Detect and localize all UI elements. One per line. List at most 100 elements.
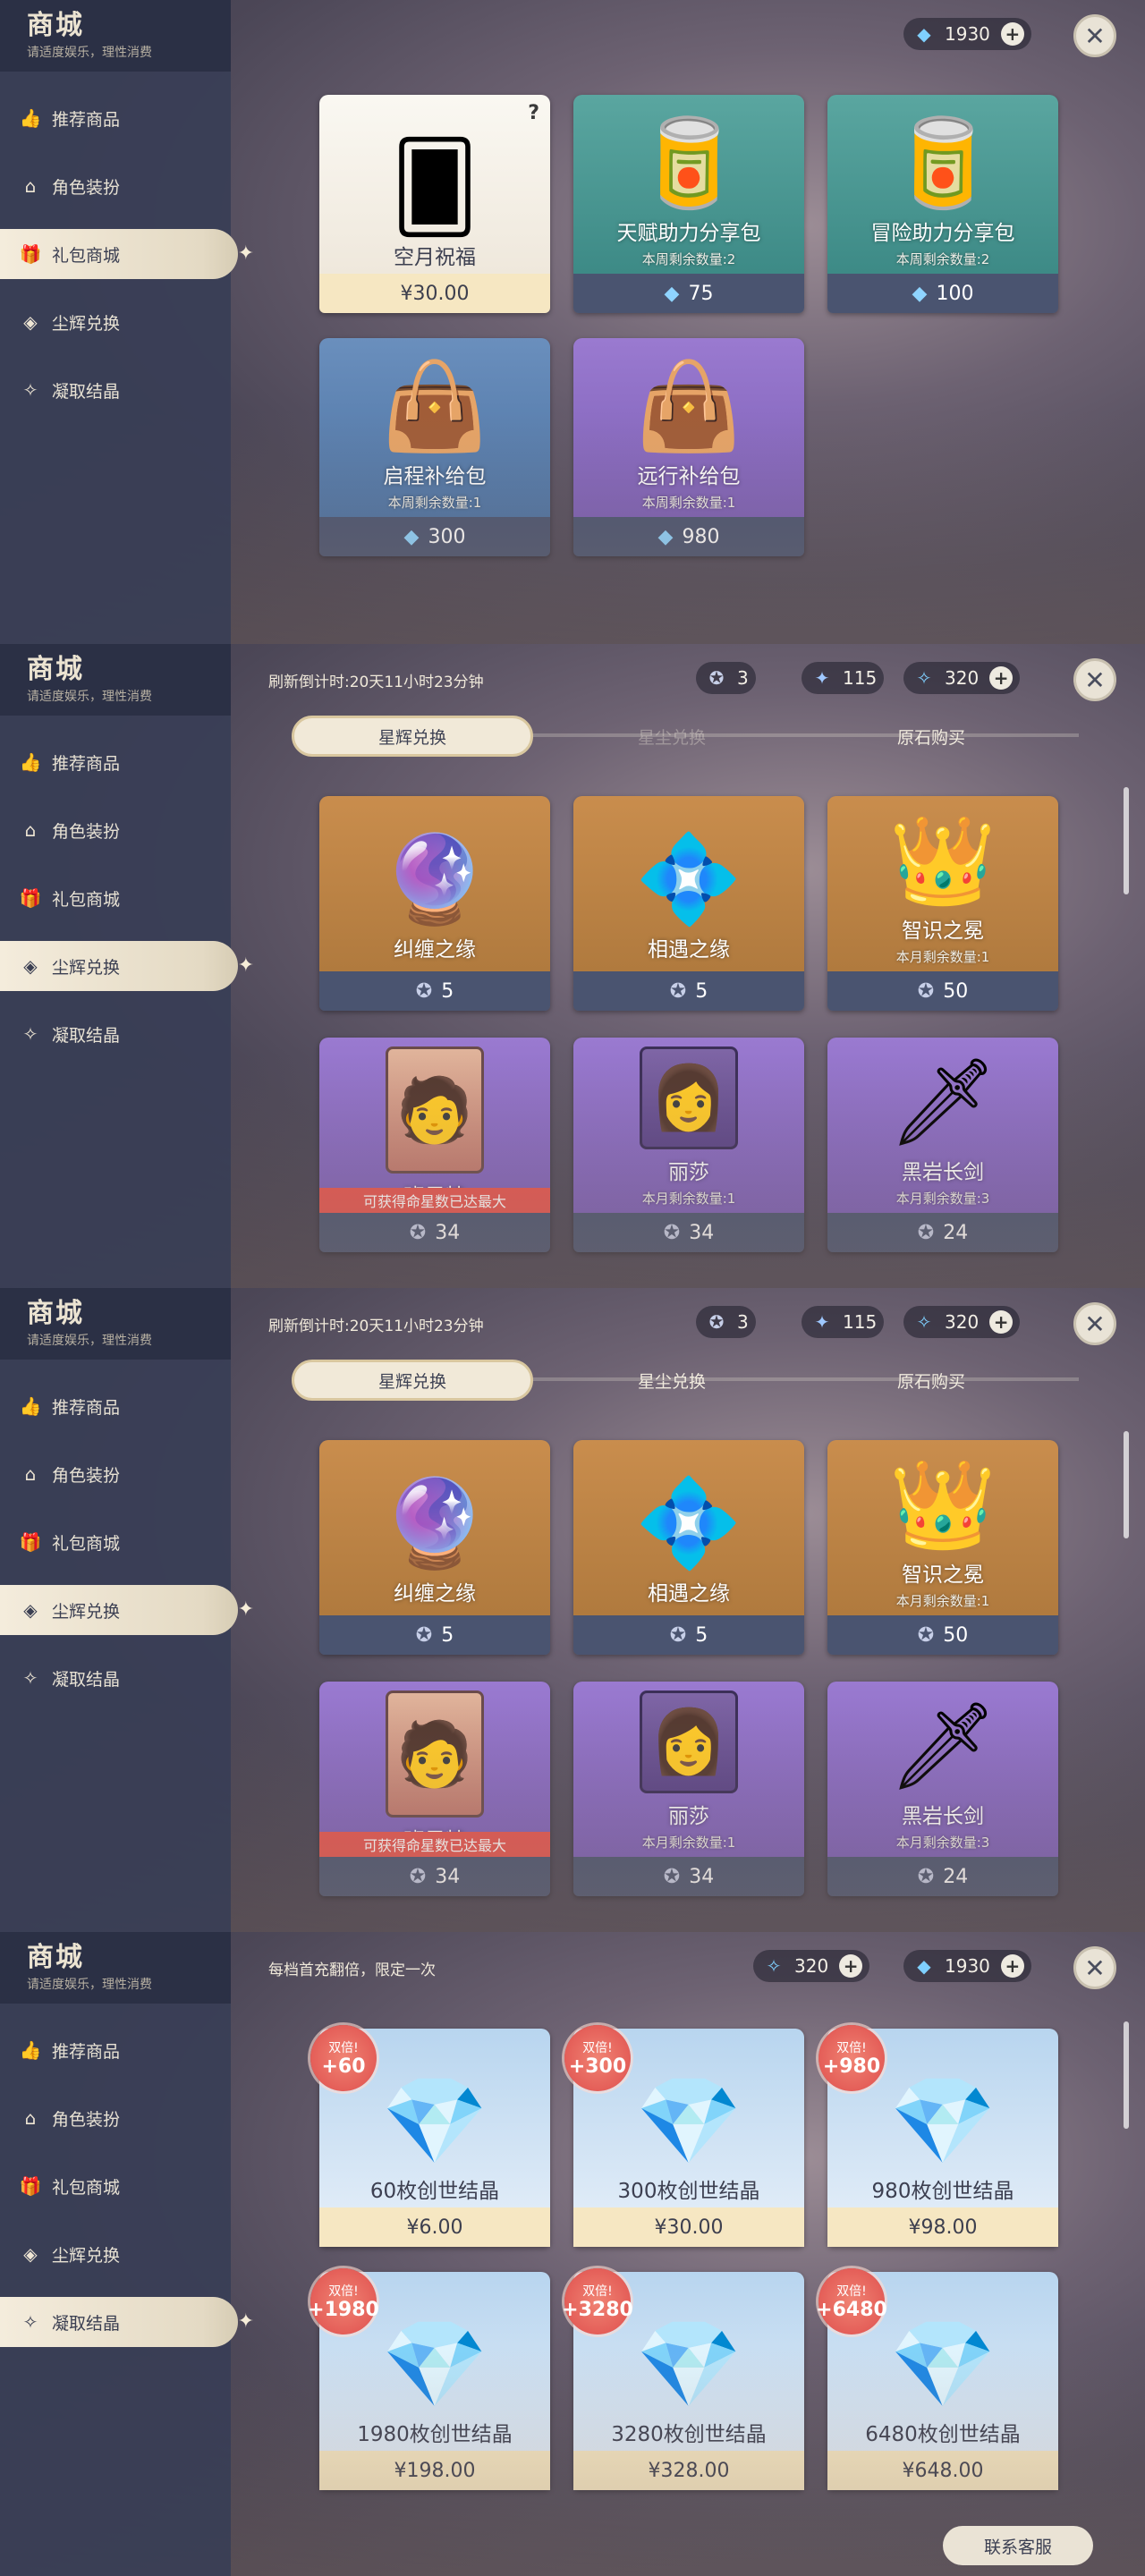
scrollbar[interactable] bbox=[1124, 1431, 1129, 1538]
double-bonus-badge: 双倍! +6480 bbox=[816, 2268, 887, 2334]
exchange-card-crown[interactable]: 👑 智识之冕 本月剩余数量:1 ✪ 50 bbox=[827, 796, 1058, 1011]
card-name: 智识之冕 bbox=[902, 1563, 984, 1587]
tab-primogem[interactable]: 原石购买 bbox=[810, 1360, 1052, 1401]
exchange-card-intertwined-fate[interactable]: 🔮 纠缠之缘 ✪ 5 bbox=[319, 1440, 550, 1655]
sidebar-item-crystals[interactable]: ✧ 凝取结晶 bbox=[0, 365, 231, 415]
card-price: ¥6.00 bbox=[319, 2207, 550, 2247]
close-button[interactable]: ✕ bbox=[1073, 1946, 1116, 1989]
gift-card-talent-pack[interactable]: 🥫 天赋助力分享包 本周剩余数量:2 ◆ 75 bbox=[573, 95, 804, 313]
crystal-card-3280[interactable]: 双倍! +3280 💎 3280枚创世结晶 ¥328.00 bbox=[562, 2268, 804, 2490]
hanger-icon: ⌂ bbox=[24, 1463, 37, 1485]
gift-card-blessing[interactable]: ? 🂠 空月祝福 ¥30.00 bbox=[319, 95, 550, 313]
sidebar-item-crystals[interactable]: ✧ 凝取结晶 bbox=[0, 1653, 231, 1703]
starglitter-icon: ✪ bbox=[663, 1221, 681, 1244]
exchange-card-intertwined-fate[interactable]: 🔮 纠缠之缘 ✪ 5 bbox=[319, 796, 550, 1011]
sidebar-item-recommended[interactable]: 👍 推荐商品 bbox=[0, 737, 231, 787]
exchange-card-acquaint-fate[interactable]: 💠 相遇之缘 ✪ 5 bbox=[573, 796, 804, 1011]
crystal-card-60[interactable]: 双倍! +60 💎 60枚创世结晶 ¥6.00 bbox=[310, 2025, 550, 2247]
close-button[interactable]: ✕ bbox=[1073, 1302, 1116, 1345]
tab-primogem[interactable]: 原石购买 bbox=[810, 716, 1052, 757]
add-currency-button[interactable]: + bbox=[839, 1954, 863, 1978]
add-currency-button[interactable]: + bbox=[1000, 1954, 1024, 1978]
currency-starglitter-chip: ✪ 3 bbox=[696, 662, 756, 694]
crystal-icon: ◆ bbox=[664, 282, 680, 305]
scrollbar[interactable] bbox=[1124, 787, 1129, 894]
exchange-card-crown[interactable]: 👑 智识之冕 本月剩余数量:1 ✪ 50 bbox=[827, 1440, 1058, 1655]
sidebar-item-recommended[interactable]: 👍 推荐商品 bbox=[0, 2025, 231, 2075]
card-price: ¥328.00 bbox=[573, 2451, 804, 2490]
sidebar-item-crystals[interactable]: ✧ 凝取结晶 bbox=[0, 2297, 254, 2347]
sidebar-item-stardust-exchange[interactable]: ◈ 尘辉兑换 bbox=[0, 297, 231, 347]
exchange-card-acquaint-fate[interactable]: 💠 相遇之缘 ✪ 5 bbox=[573, 1440, 804, 1655]
sidebar-item-gift-packs[interactable]: 🎁 礼包商城 bbox=[0, 1517, 231, 1567]
sidebar-item-outfits[interactable]: ⌂ 角色装扮 bbox=[0, 2093, 231, 2143]
crystal-icon: ◆ bbox=[657, 525, 674, 548]
gift-card-journey-supply[interactable]: 👜 远行补给包 本周剩余数量:1 ◆ 980 bbox=[573, 338, 804, 556]
add-currency-button[interactable]: + bbox=[989, 1310, 1014, 1334]
sidebar-item-stardust-exchange[interactable]: ◈ 尘辉兑换 bbox=[0, 2229, 231, 2279]
help-icon[interactable]: ? bbox=[528, 102, 539, 124]
screen-gift-shop: 商城 请适度娱乐，理性消费 👍 推荐商品 ⌂ 角色装扮 🎁 礼包商城 ◈ 尘辉兑换 ✧ 凝… bbox=[0, 0, 1145, 644]
close-button[interactable]: ✕ bbox=[1073, 658, 1116, 701]
exchange-card-blackcliff-sword[interactable]: 🗡 黑岩长剑 本月剩余数量:3 ✪ 24 bbox=[827, 1682, 1058, 1896]
refresh-countdown: 刷新倒计时:20天11小时23分钟 bbox=[268, 1318, 484, 1335]
tab-starglitter[interactable]: 星辉兑换 bbox=[292, 716, 533, 757]
sidebar-item-recommended[interactable]: 👍 推荐商品 bbox=[0, 1381, 231, 1431]
exchange-card-lisa[interactable]: 👩 丽莎 本月剩余数量:1 ✪ 34 bbox=[573, 1038, 804, 1252]
sidebar-item-stardust-exchange[interactable]: ◈ 尘辉兑换 bbox=[0, 941, 254, 991]
acquaint-fate-icon: 💠 bbox=[635, 1473, 742, 1573]
gift-card-adventure-pack[interactable]: 🥫 冒险助力分享包 本周剩余数量:2 ◆ 100 bbox=[827, 95, 1058, 313]
sidebar-item-label: 推荐商品 bbox=[52, 109, 121, 130]
exchange-card-bennett[interactable]: 🧑班尼特可获得命星数已达最大 ✪34 bbox=[319, 1038, 550, 1252]
pouch-icon: ◈ bbox=[23, 1599, 38, 1621]
exchange-card-lisa[interactable]: 👩 丽莎 本月剩余数量:1 ✪ 34 bbox=[573, 1682, 804, 1896]
exchange-card-blackcliff-sword[interactable]: 🗡 黑岩长剑 本月剩余数量:3 ✪ 24 bbox=[827, 1038, 1058, 1252]
sidebar-item-gift-packs[interactable]: 🎁 礼包商城 bbox=[0, 229, 254, 279]
sidebar-item-outfits[interactable]: ⌂ 角色装扮 bbox=[0, 1449, 231, 1499]
gift-card-starter-supply[interactable]: 👜 启程补给包 本周剩余数量:1 ◆ 300 bbox=[319, 338, 550, 556]
crystal-card-6480[interactable]: 双倍! +6480 💎 6480枚创世结晶 ¥648.00 bbox=[816, 2268, 1058, 2490]
add-currency-button[interactable]: + bbox=[1000, 22, 1024, 46]
card-name: 纠缠之缘 bbox=[394, 1582, 476, 1606]
currency-amount: 115 bbox=[843, 1311, 878, 1333]
hanger-icon: ⌂ bbox=[24, 819, 37, 841]
sidebar-item-crystals[interactable]: ✧ 凝取结晶 bbox=[0, 1009, 231, 1059]
crystal-icon: ✧ bbox=[22, 2311, 38, 2333]
sidebar-item-outfits[interactable]: ⌂ 角色装扮 bbox=[0, 161, 231, 211]
double-label: 双倍! bbox=[328, 2284, 359, 2299]
contact-support-button[interactable]: 联系客服 bbox=[943, 2526, 1093, 2565]
tab-starglitter[interactable]: 星辉兑换 bbox=[292, 1360, 533, 1401]
gift-icon: 🎁 bbox=[19, 2175, 42, 2197]
sidebar-item-gift-packs[interactable]: 🎁 礼包商城 bbox=[0, 873, 231, 923]
sidebar-item-recommended[interactable]: 👍 推荐商品 bbox=[0, 93, 231, 143]
scrollbar[interactable] bbox=[1124, 2021, 1129, 2129]
close-button[interactable]: ✕ bbox=[1073, 14, 1116, 57]
card-name: 冒险助力分享包 bbox=[870, 222, 1015, 245]
card-name: 3280枚创世结晶 bbox=[611, 2423, 767, 2446]
currency-stardust-chip: ✦ 115 bbox=[802, 662, 885, 694]
crystal-card-300[interactable]: 双倍! +300 💎 300枚创世结晶 ¥30.00 bbox=[564, 2025, 804, 2247]
starglitter-icon: ✪ bbox=[409, 1221, 427, 1244]
crystal-icon: ✧ bbox=[22, 1023, 38, 1045]
tab-stardust[interactable]: 星尘兑换 bbox=[551, 716, 793, 757]
tab-stardust[interactable]: 星尘兑换 bbox=[551, 1360, 793, 1401]
add-currency-button[interactable]: + bbox=[989, 666, 1014, 690]
sidebar-item-stardust-exchange[interactable]: ◈ 尘辉兑换 bbox=[0, 1585, 254, 1635]
sidebar-item-label: 礼包商城 bbox=[52, 889, 121, 910]
sidebar-item-gift-packs[interactable]: 🎁 礼包商城 bbox=[0, 2161, 231, 2211]
card-remaining: 本周剩余数量:2 bbox=[641, 251, 736, 267]
double-bonus-badge: 双倍! +980 bbox=[818, 2025, 885, 2091]
crystal-icon: ◆ bbox=[403, 525, 420, 548]
sidebar-item-label: 尘辉兑换 bbox=[52, 1601, 121, 1622]
character-portrait: 👩 bbox=[640, 1046, 738, 1149]
primogem-icon: ◆ bbox=[917, 23, 931, 45]
crystal-card-1980[interactable]: 双倍! +1980 💎 1980枚创世结晶 ¥198.00 bbox=[308, 2268, 550, 2490]
card-price: 980 bbox=[682, 525, 720, 548]
card-name: 远行补给包 bbox=[637, 465, 741, 488]
crystal-card-980[interactable]: 双倍! +980 💎 980枚创世结晶 ¥98.00 bbox=[818, 2025, 1058, 2247]
stardust-icon: ✦ bbox=[814, 667, 830, 689]
gift-icon: 🎁 bbox=[19, 887, 42, 909]
exchange-card-bennett[interactable]: 🧑班尼特可获得命星数已达最大 ✪34 bbox=[319, 1682, 550, 1896]
starglitter-icon: ✪ bbox=[917, 1221, 935, 1244]
sidebar-item-outfits[interactable]: ⌂ 角色装扮 bbox=[0, 805, 231, 855]
